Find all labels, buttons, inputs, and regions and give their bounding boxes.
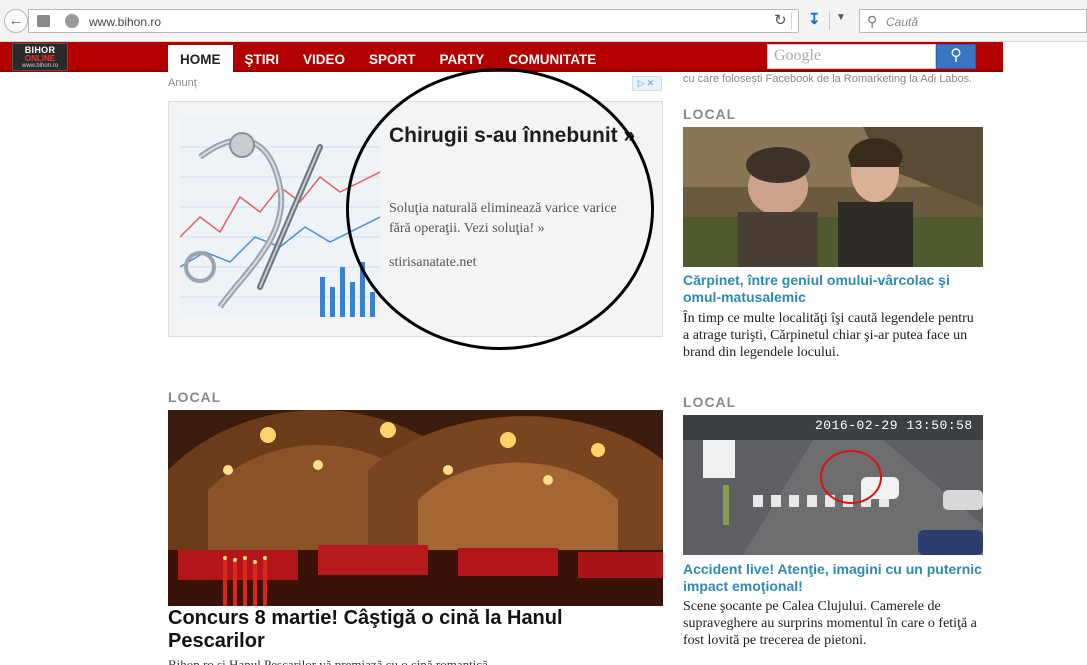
search-placeholder: Caută	[886, 15, 919, 29]
logo-line-3: www.bihon.ro	[21, 63, 59, 69]
logo-line-2: ONLINE	[24, 54, 56, 63]
carpinet-photo	[683, 127, 983, 267]
main-article-image[interactable]	[168, 410, 663, 606]
nav-comunitate[interactable]: COMUNITATE	[496, 45, 608, 72]
main-article-body: Bihon.ro şi Hanul Pescarilor vă premiază…	[168, 657, 488, 665]
site-logo[interactable]: BIHOR ONLINE www.bihon.ro	[12, 43, 68, 71]
address-bar[interactable]: www.bihon.ro	[28, 9, 799, 33]
video-timestamp: 2016-02-29 13:50:58	[815, 418, 973, 433]
menu-caret-icon[interactable]: ▼	[836, 12, 846, 23]
toolbar-divider	[829, 12, 830, 30]
ad-description[interactable]: Soluţia naturală elimineazǎ varice varic…	[389, 199, 634, 239]
article-title-accident[interactable]: Accident live! Atenţie, imagini cu un pu…	[683, 561, 983, 595]
url-divider	[791, 12, 792, 30]
nav-video[interactable]: VIDEO	[291, 45, 357, 72]
section-label: LOCAL	[683, 394, 737, 410]
google-watermark: Google	[774, 47, 822, 64]
nav-home[interactable]: HOME	[168, 45, 233, 72]
site-header: BIHOR ONLINE www.bihon.ro HOME ŞTIRI VID…	[0, 42, 1003, 72]
site-search-input[interactable]: Google	[767, 44, 936, 69]
section-label: LOCAL	[168, 389, 222, 405]
nav-party[interactable]: PARTY	[428, 45, 497, 72]
ad-headline[interactable]: Chirugii s-au înnebunit »	[389, 120, 649, 151]
accident-cctv-frame: 2016-02-29 13:50:58	[683, 415, 983, 555]
browser-toolbar: ← www.bihon.ro ↻ ↧ ▼ ⚲ Caută	[0, 0, 1087, 42]
ad-choices-icon[interactable]: ▷✕	[632, 76, 662, 91]
download-icon[interactable]: ↧	[808, 10, 821, 28]
magnifier-icon: ⚲	[867, 13, 878, 29]
ad-domain[interactable]: stirisanatate.net	[389, 255, 476, 271]
previous-article-snippet: cu care folosești Facebook de la Romarke…	[683, 73, 973, 85]
article-title-carpinet[interactable]: Cărpinet, între geniul omului-vârcolac ş…	[683, 272, 983, 306]
section-label: LOCAL	[683, 106, 737, 122]
search-magnifier-icon: ⚲	[950, 47, 962, 64]
article-thumbnail-accident[interactable]: 2016-02-29 13:50:58	[683, 415, 983, 555]
globe-icon[interactable]	[65, 14, 79, 28]
reload-icon[interactable]: ↻	[774, 11, 787, 29]
article-body-accident: Scene şocante pe Calea Clujului. Camerel…	[683, 599, 977, 648]
ad-label: Anunț	[168, 77, 197, 89]
main-nav: HOME ŞTIRI VIDEO SPORT PARTY COMUNITATE	[168, 45, 608, 72]
main-article-title[interactable]: Concurs 8 martie! Câştigă o cină la Hanu…	[168, 607, 618, 653]
browser-search-field[interactable]: ⚲ Caută	[859, 9, 1087, 33]
article-thumbnail-carpinet[interactable]	[683, 127, 983, 267]
site-search-button[interactable]: ⚲	[936, 44, 976, 69]
ad-image[interactable]	[180, 117, 380, 317]
back-arrow-icon[interactable]: ←	[4, 9, 28, 33]
url-input[interactable]: www.bihon.ro	[89, 15, 161, 29]
nav-stiri[interactable]: ŞTIRI	[233, 45, 292, 72]
nav-sport[interactable]: SPORT	[357, 45, 428, 72]
tab-list-icon[interactable]	[37, 15, 50, 27]
article-body-carpinet: În timp ce multe localităţi îşi caută le…	[683, 311, 974, 360]
restaurant-cellar-photo	[168, 410, 663, 606]
ad-box[interactable]: Chirugii s-au înnebunit » Soluţia natura…	[168, 101, 663, 337]
